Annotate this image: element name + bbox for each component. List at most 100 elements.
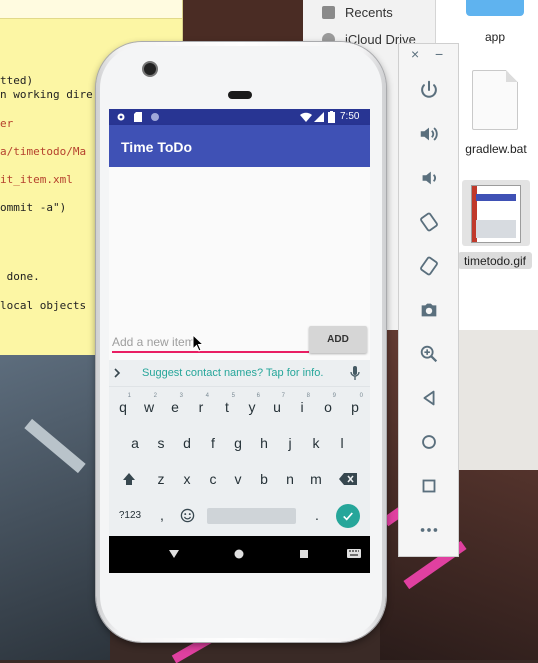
key-x[interactable]: x <box>176 464 198 494</box>
add-button[interactable]: ADD <box>309 326 367 353</box>
key-label: b <box>260 471 268 487</box>
key-w[interactable]: 2w <box>138 392 160 422</box>
suggestion-strip: Suggest contact names? Tap for info. <box>109 360 370 387</box>
mouse-pointer-icon <box>192 334 204 352</box>
key-label: c <box>209 471 217 487</box>
key-b[interactable]: b <box>253 464 275 494</box>
more-button[interactable] <box>399 510 458 550</box>
emoji-key[interactable] <box>176 500 198 530</box>
rotate-left-button[interactable] <box>399 202 458 242</box>
volume-up-button[interactable] <box>399 114 458 154</box>
contact-suggestion-prompt[interactable]: Suggest contact names? Tap for info. <box>142 367 323 379</box>
file-icon[interactable] <box>472 70 518 130</box>
shift-key[interactable] <box>118 464 140 494</box>
app-title: Time ToDo <box>121 139 193 155</box>
nav-back-icon[interactable] <box>169 549 179 559</box>
nav-recents-icon[interactable] <box>299 549 309 559</box>
minimize-icon[interactable]: − <box>435 46 443 62</box>
key-q[interactable]: 1q <box>112 392 134 422</box>
navigation-bar <box>109 536 370 573</box>
sd-card-icon <box>134 112 142 122</box>
chevron-right-icon[interactable] <box>113 368 121 378</box>
microphone-icon[interactable] <box>350 366 360 380</box>
backspace-key[interactable] <box>337 464 359 494</box>
sidebar-item-recents[interactable]: Recents <box>345 5 393 20</box>
more-icon <box>420 528 437 532</box>
wallpaper-region <box>0 355 110 660</box>
key-s[interactable]: s <box>150 428 172 458</box>
phone-screen: 7:50 Time ToDo ADD Suggest contact names… <box>109 109 370 573</box>
key-z[interactable]: z <box>150 464 172 494</box>
rotate-right-icon <box>419 256 438 276</box>
folder-icon[interactable] <box>466 0 524 16</box>
back-button[interactable] <box>399 378 458 418</box>
gif-file-icon[interactable] <box>462 180 530 246</box>
key-n[interactable]: n <box>279 464 301 494</box>
key-label: x <box>183 471 191 487</box>
key-hint: 7 <box>281 393 285 399</box>
power-button[interactable] <box>399 70 458 110</box>
key-hint: 9 <box>332 393 336 399</box>
thumbnail-part <box>476 220 516 238</box>
key-label: h <box>260 435 268 451</box>
key-label: f <box>211 435 215 451</box>
front-camera-icon <box>144 63 156 75</box>
keyboard-switch-icon[interactable] <box>347 549 361 559</box>
thumbnail-part <box>476 194 516 201</box>
overview-button[interactable] <box>399 466 458 506</box>
key-u[interactable]: 7u <box>266 392 288 422</box>
key-i[interactable]: 8i <box>291 392 313 422</box>
key-label: u <box>273 399 281 415</box>
key-e[interactable]: 3e <box>164 392 186 422</box>
enter-key[interactable] <box>336 504 360 528</box>
gear-icon <box>117 113 125 121</box>
key-t[interactable]: 5t <box>216 392 238 422</box>
zoom-button[interactable] <box>399 334 458 374</box>
key-l[interactable]: l <box>331 428 353 458</box>
status-bar: 7:50 <box>109 109 370 125</box>
key-hint: 4 <box>205 393 209 399</box>
key-o[interactable]: 9o <box>317 392 339 422</box>
rotate-right-button[interactable] <box>399 246 458 286</box>
key-label: e <box>171 399 179 415</box>
key-k[interactable]: k <box>305 428 327 458</box>
new-item-input[interactable] <box>112 333 309 353</box>
file-label-app[interactable]: app <box>476 30 514 44</box>
key-j[interactable]: j <box>279 428 301 458</box>
key-hint: 0 <box>359 393 363 399</box>
key-label: g <box>234 435 242 451</box>
key-y[interactable]: 6y <box>241 392 263 422</box>
emoji-icon <box>180 508 194 522</box>
key-hint: 6 <box>256 393 260 399</box>
key-r[interactable]: 4r <box>190 392 212 422</box>
key-g[interactable]: g <box>227 428 249 458</box>
terminal-line: a/timetodo/Ma <box>0 145 87 158</box>
key-label: q <box>119 399 127 415</box>
key-d[interactable]: d <box>176 428 198 458</box>
screenshot-button[interactable] <box>399 290 458 330</box>
symbols-key[interactable]: ?123 <box>115 500 145 530</box>
close-icon[interactable]: × <box>411 46 419 62</box>
key-v[interactable]: v <box>227 464 249 494</box>
key-f[interactable]: f <box>202 428 224 458</box>
key-label: w <box>143 399 155 415</box>
key-h[interactable]: h <box>253 428 275 458</box>
soft-keyboard: Suggest contact names? Tap for info. 1q … <box>109 360 370 536</box>
home-button[interactable] <box>399 422 458 462</box>
space-bar[interactable] <box>207 508 296 524</box>
volume-down-button[interactable] <box>399 158 458 198</box>
file-label-timetodo[interactable]: timetodo.gif <box>458 254 532 268</box>
nav-home-icon[interactable] <box>234 549 244 559</box>
key-label: s <box>157 435 165 451</box>
key-p[interactable]: 0p <box>344 392 366 422</box>
period-key[interactable]: . <box>306 500 328 530</box>
key-c[interactable]: c <box>202 464 224 494</box>
todo-list[interactable] <box>109 167 370 325</box>
emulator-toolbar: × − <box>398 43 459 557</box>
file-label-gradlew[interactable]: gradlew.bat <box>458 142 534 156</box>
comma-key[interactable]: , <box>151 500 173 530</box>
key-label: z <box>157 471 165 487</box>
key-a[interactable]: a <box>124 428 146 458</box>
volume-up-icon <box>420 127 438 141</box>
key-m[interactable]: m <box>305 464 327 494</box>
